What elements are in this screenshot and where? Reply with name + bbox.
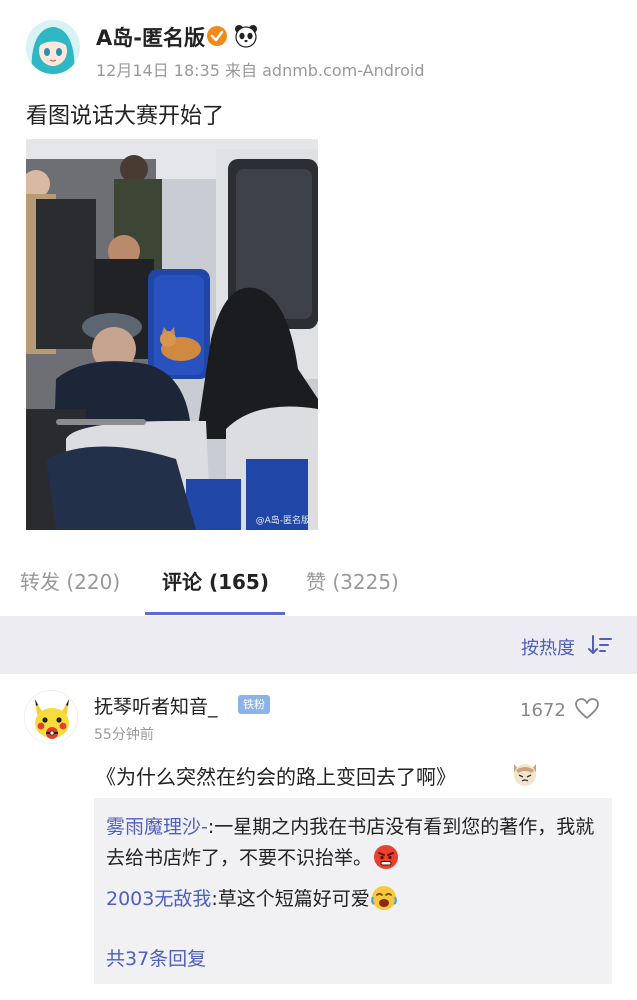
sort-bar: 按热度 xyxy=(0,616,637,674)
comment-like-count: 1672 xyxy=(520,700,566,721)
reply-preview-box[interactable]: 雾雨魔理沙-:一星期之内我在书店没有看到您的著作，我就去给书店炸了，不要不识抬举… xyxy=(94,798,612,984)
commenter-avatar[interactable] xyxy=(24,690,78,744)
heart-icon[interactable] xyxy=(574,697,600,721)
comment-time: 55分钟前 xyxy=(94,727,154,743)
cat-face-emoji-icon xyxy=(514,764,536,786)
tab-bar: 转发 (220) 评论 (165) 赞 (3225) xyxy=(0,552,637,616)
reply-author[interactable]: 2003无敌我 xyxy=(106,888,211,910)
post-header: A岛-匿名版 12月14日 18:35 来自 adnmb.com-Android xyxy=(0,0,637,90)
comment-item: 抚琴听者知音_ 铁粉 55分钟前 1672 《为什么突然在约会的路上变回去了啊》… xyxy=(0,674,637,1000)
reply-item: 雾雨魔理沙-:一星期之内我在书店没有看到您的著作，我就去给书店炸了，不要不识抬举… xyxy=(106,812,602,874)
tab-comments[interactable]: 评论 (165) xyxy=(162,566,269,595)
fan-badge: 铁粉 xyxy=(238,695,270,714)
tab-likes[interactable]: 赞 (3225) xyxy=(306,566,399,595)
author-avatar[interactable] xyxy=(26,20,80,74)
crying-laughing-emoji-icon xyxy=(370,886,397,910)
comment-text: 《为什么突然在约会的路上变回去了啊》 xyxy=(96,765,456,789)
active-tab-indicator xyxy=(145,612,285,615)
post-timestamp: 12月14日 18:35 xyxy=(96,61,220,80)
reply-item: 2003无敌我:草这个短篇好可爱 xyxy=(106,884,602,915)
reply-author[interactable]: 雾雨魔理沙- xyxy=(106,816,208,838)
angry-face-emoji-icon xyxy=(374,845,399,869)
verified-badge-icon xyxy=(207,26,227,46)
post-text: 看图说话大赛开始了 xyxy=(26,104,225,129)
author-name[interactable]: A岛-匿名版 xyxy=(96,22,205,52)
view-all-replies-link[interactable]: 共37条回复 xyxy=(106,944,206,971)
post-image[interactable]: @A岛-匿名版 xyxy=(26,139,318,530)
post-meta: 12月14日 18:35 来自 adnmb.com-Android xyxy=(96,57,425,81)
post-source: 来自 adnmb.com-Android xyxy=(225,61,425,80)
tab-reposts[interactable]: 转发 (220) xyxy=(20,566,120,595)
sort-by-hot-button[interactable]: 按热度 xyxy=(521,634,575,660)
image-watermark: @A岛-匿名版 xyxy=(255,516,310,526)
reply-text: :草这个短篇好可爱 xyxy=(211,888,370,910)
sort-icon[interactable] xyxy=(588,635,612,655)
panda-icon xyxy=(235,25,257,48)
commenter-name[interactable]: 抚琴听者知音_ xyxy=(94,692,218,719)
